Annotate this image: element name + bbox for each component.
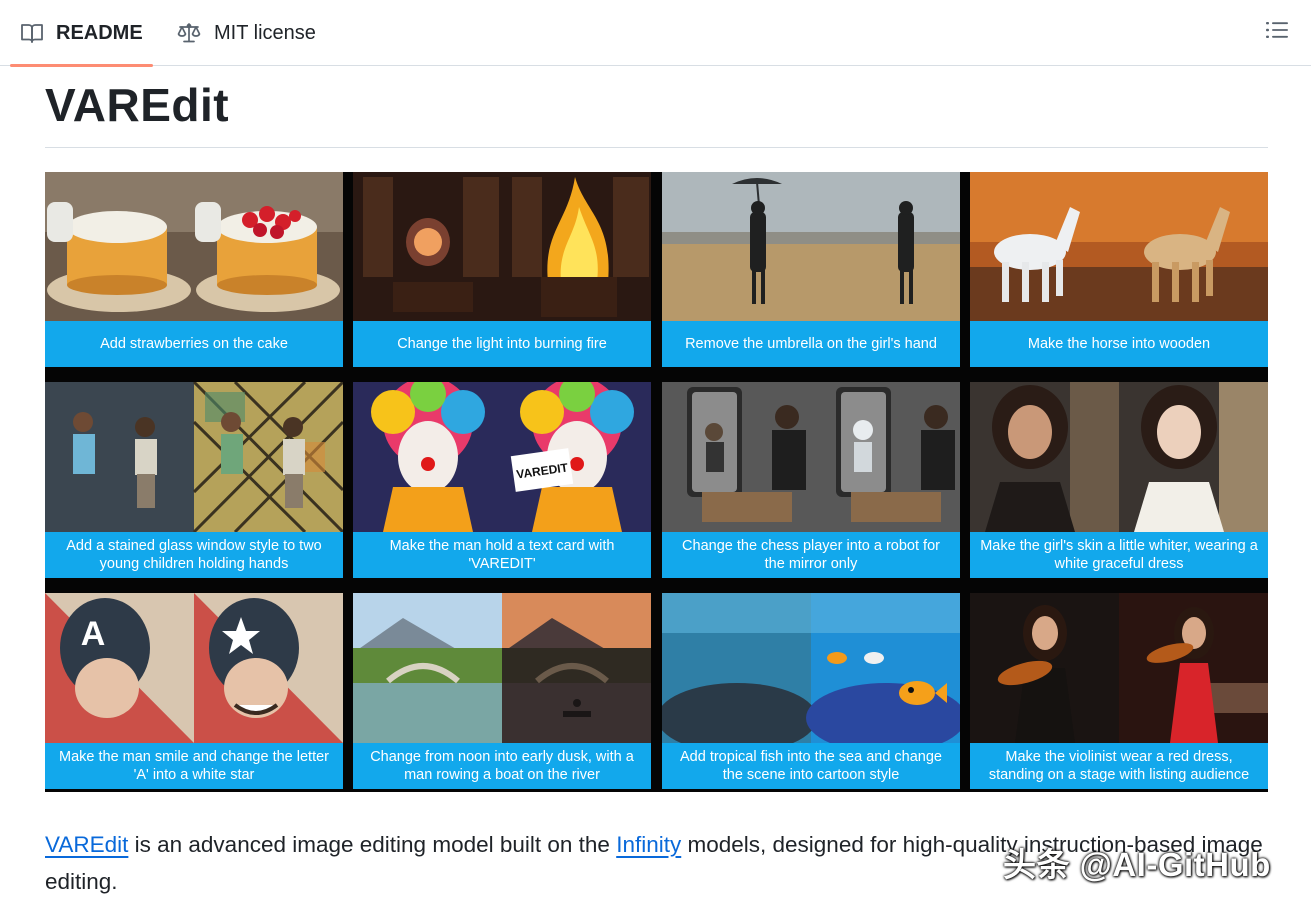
teaser-item: Change the light into burning fire xyxy=(353,172,651,367)
reef-image-pair xyxy=(662,593,960,743)
teaser-item: Add a stained glass window style to two … xyxy=(45,382,343,578)
teaser-caption: Add strawberries on the cake xyxy=(45,321,343,367)
teaser-item: Add strawberries on the cake xyxy=(45,172,343,367)
watermark: 头条 @AI-GitHub xyxy=(1003,846,1271,883)
teaser-caption: Make the girl's skin a little whiter, we… xyxy=(970,532,1268,578)
comic-image-pair: A xyxy=(45,593,343,743)
readme-tab-bar: README MIT license xyxy=(0,0,1311,67)
portrait-image-pair xyxy=(970,382,1268,532)
law-scale-icon xyxy=(176,22,202,44)
horse-image-pair xyxy=(970,172,1268,321)
violinist-image-pair xyxy=(970,593,1268,743)
title-divider xyxy=(45,147,1268,148)
infinity-link[interactable]: Infinity xyxy=(616,832,681,857)
clown-image-pair: VAREDIT xyxy=(353,382,651,532)
tab-readme[interactable]: README xyxy=(10,0,153,67)
teaser-caption: Make the man hold a text card with 'VARE… xyxy=(353,532,651,578)
teaser-item: Remove the umbrella on the girl's hand xyxy=(662,172,960,367)
teaser-caption: Add a stained glass window style to two … xyxy=(45,532,343,578)
teaser-caption: Make the man smile and change the letter… xyxy=(45,743,343,789)
teaser-item: Change from noon into early dusk, with a… xyxy=(353,593,651,789)
children-image-pair xyxy=(45,382,343,532)
teaser-caption: Change the light into burning fire xyxy=(353,321,651,367)
readme-title: VAREdit xyxy=(45,79,230,131)
umbrella-image-pair xyxy=(662,172,960,321)
cake-image-pair xyxy=(45,172,343,321)
intro-text-1: is an advanced image editing model built… xyxy=(128,832,617,857)
teaser-caption: Make the horse into wooden xyxy=(970,321,1268,367)
chess-image-pair xyxy=(662,382,960,532)
teaser-item: Add tropical fish into the sea and chang… xyxy=(662,593,960,789)
tab-license-label: MIT license xyxy=(214,21,316,44)
letter-a: A xyxy=(81,615,106,653)
teaser-caption: Make the violinist wear a red dress, sta… xyxy=(970,743,1268,789)
teaser-figure: Add strawberries on the cake Change the … xyxy=(45,172,1268,792)
bridge-image-pair xyxy=(353,593,651,743)
teaser-item: Make the violinist wear a red dress, sta… xyxy=(970,593,1268,789)
list-outline-icon xyxy=(1266,20,1288,45)
teaser-caption: Change from noon into early dusk, with a… xyxy=(353,743,651,789)
teaser-item: VAREDIT Make the man hold a text card wi… xyxy=(353,382,651,578)
fire-image-pair xyxy=(353,172,651,321)
teaser-caption: Change the chess player into a robot for… xyxy=(662,532,960,578)
teaser-caption: Add tropical fish into the sea and chang… xyxy=(662,743,960,789)
teaser-item: A Make the man smile and change the lett… xyxy=(45,593,343,789)
teaser-item: Make the horse into wooden xyxy=(970,172,1268,367)
varedit-link[interactable]: VAREdit xyxy=(45,832,128,857)
teaser-caption: Remove the umbrella on the girl's hand xyxy=(662,321,960,367)
teaser-item: Make the girl's skin a little whiter, we… xyxy=(970,382,1268,578)
tab-license[interactable]: MIT license xyxy=(176,0,316,66)
teaser-item: Change the chess player into a robot for… xyxy=(662,382,960,578)
outline-button[interactable] xyxy=(1263,18,1291,46)
book-icon xyxy=(20,22,44,44)
tab-readme-label: README xyxy=(56,21,143,44)
